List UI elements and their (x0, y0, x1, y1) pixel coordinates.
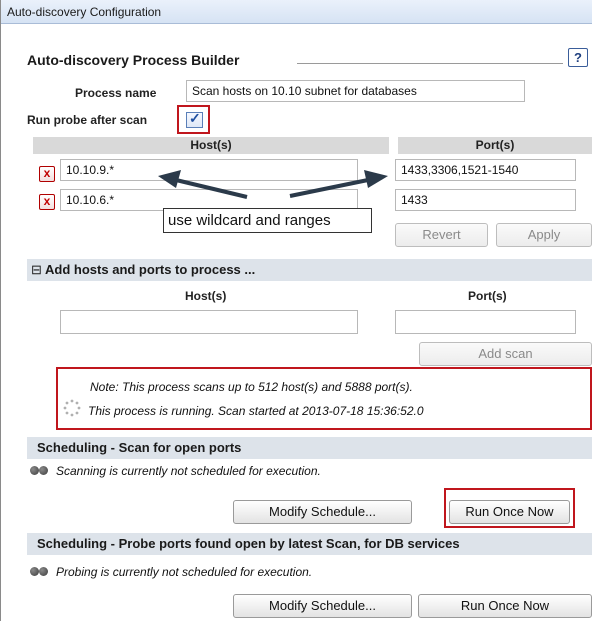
add-ports-column-label: Port(s) (468, 289, 507, 303)
probe-run-once-button[interactable]: Run Once Now (418, 594, 592, 618)
scan-modify-schedule-button[interactable]: Modify Schedule... (233, 500, 412, 524)
probe-schedule-header: Scheduling - Probe ports found open by l… (27, 533, 592, 555)
arrow-left (175, 178, 248, 199)
arrowhead-right (364, 170, 388, 188)
new-host-input[interactable] (60, 310, 358, 334)
collapse-icon[interactable]: ⊟ (31, 262, 42, 277)
annotation-callout: use wildcard and ranges (163, 208, 372, 233)
revert-button[interactable]: Revert (395, 223, 488, 247)
scan-status-icon (30, 466, 50, 476)
arrowhead-left (158, 170, 181, 188)
run-once-highlight (444, 488, 575, 528)
spinner-icon (63, 399, 81, 417)
add-hosts-section-header[interactable]: ⊟ Add hosts and ports to process ... (27, 259, 592, 281)
notice-highlight (56, 367, 592, 430)
probe-schedule-status: Probing is currently not scheduled for e… (56, 565, 313, 579)
scan-schedule-status: Scanning is currently not scheduled for … (56, 464, 321, 478)
new-port-input[interactable] (395, 310, 576, 334)
add-hosts-title: Add hosts and ports to process ... (45, 262, 256, 277)
scan-schedule-header: Scheduling - Scan for open ports (27, 437, 592, 459)
arrow-right (289, 178, 369, 198)
probe-modify-schedule-button[interactable]: Modify Schedule... (233, 594, 412, 618)
scan-capacity-note: Note: This process scans up to 512 host(… (90, 380, 413, 394)
add-hosts-column-label: Host(s) (185, 289, 227, 303)
running-status: This process is running. Scan started at… (88, 404, 424, 418)
apply-button[interactable]: Apply (496, 223, 592, 247)
add-scan-button[interactable]: Add scan (419, 342, 592, 366)
probe-status-icon (30, 567, 50, 577)
